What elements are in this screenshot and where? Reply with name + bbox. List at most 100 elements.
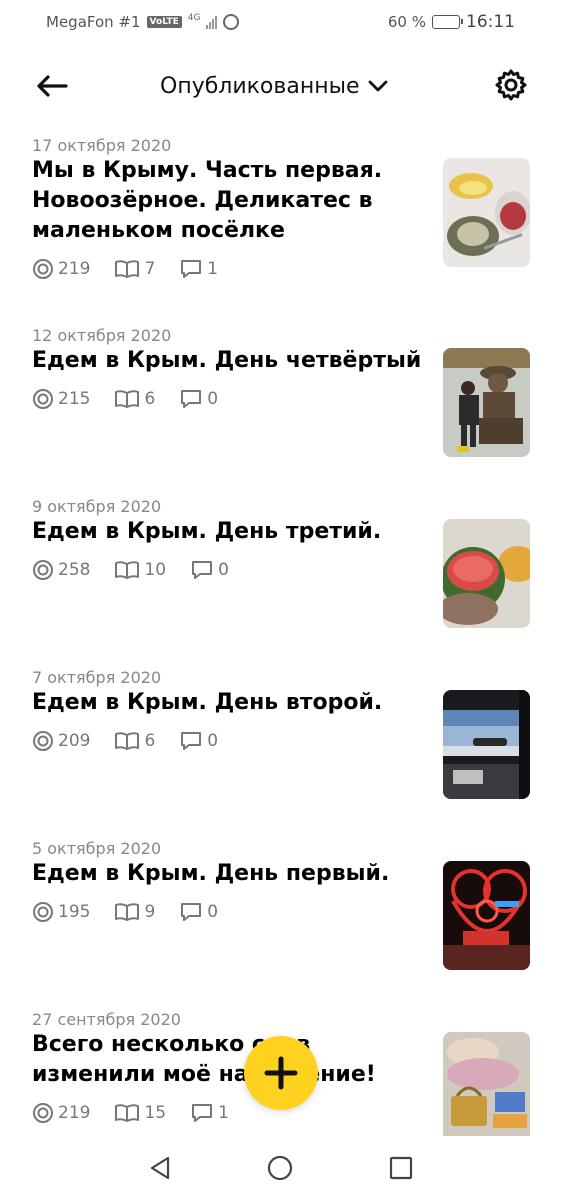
article-date: 12 октября 2020 bbox=[32, 326, 172, 345]
night-lights-photo-icon bbox=[443, 861, 530, 970]
eye-icon bbox=[33, 731, 53, 751]
watermelon-photo-icon bbox=[443, 519, 530, 628]
chevron-down-icon bbox=[368, 80, 387, 92]
article-stats: 219 7 1 bbox=[32, 258, 218, 280]
comment-icon bbox=[192, 1104, 213, 1122]
article-stats: 195 9 0 bbox=[32, 901, 218, 923]
comments-stat: 0 bbox=[179, 730, 218, 752]
network-type: 4G bbox=[187, 12, 201, 23]
car-window-photo-icon bbox=[443, 690, 530, 799]
article-item[interactable]: 5 октября 2020 Едем в Крым. День первый.… bbox=[0, 839, 561, 979]
comment-icon bbox=[181, 903, 202, 921]
article-item[interactable]: 17 октября 2020 Мы в Крыму. Часть первая… bbox=[0, 136, 561, 296]
article-date: 9 октября 2020 bbox=[32, 497, 162, 516]
article-date: 5 октября 2020 bbox=[32, 839, 162, 858]
comments-count: 0 bbox=[207, 902, 219, 922]
comments-stat: 0 bbox=[179, 388, 218, 410]
comments-count: 0 bbox=[218, 560, 229, 580]
views-count: 195 bbox=[58, 902, 91, 922]
reads-count: 6 bbox=[144, 731, 156, 751]
comment-icon bbox=[181, 732, 202, 750]
comments-stat: 1 bbox=[179, 258, 218, 280]
eye-icon bbox=[33, 1103, 53, 1123]
status-left: MegaFon #1 VoLTE 4G bbox=[46, 12, 240, 31]
views-stat: 219 bbox=[32, 258, 90, 280]
article-stats: 219 15 1 bbox=[32, 1102, 229, 1124]
views-stat: 215 bbox=[32, 388, 90, 410]
reads-stat: 6 bbox=[114, 731, 155, 751]
views-count: 219 bbox=[58, 259, 91, 279]
plus-icon bbox=[264, 1056, 298, 1090]
page-title: Опубликованные bbox=[160, 73, 360, 99]
article-date: 17 октября 2020 bbox=[32, 136, 172, 155]
battery-icon bbox=[432, 15, 463, 29]
comment-icon bbox=[181, 390, 202, 408]
comments-count: 1 bbox=[218, 1103, 229, 1123]
status-bar: MegaFon #1 VoLTE 4G 60 % 16:11 bbox=[0, 0, 561, 44]
reads-stat: 10 bbox=[114, 560, 166, 580]
article-item[interactable]: 7 октября 2020 Едем в Крым. День второй.… bbox=[0, 668, 561, 808]
article-title: Всего несколько слов изменили моё настро… bbox=[32, 1032, 376, 1087]
comments-count: 1 bbox=[207, 259, 219, 279]
comments-stat: 1 bbox=[190, 1102, 229, 1124]
views-stat: 209 bbox=[32, 730, 90, 752]
article-thumbnail bbox=[443, 1032, 530, 1136]
filter-dropdown[interactable]: Опубликованные bbox=[160, 70, 388, 102]
nav-back-button[interactable] bbox=[140, 1148, 180, 1188]
book-icon bbox=[115, 561, 140, 579]
carrier-name: MegaFon #1 bbox=[46, 13, 141, 31]
gear-icon bbox=[495, 69, 527, 101]
book-icon bbox=[115, 390, 140, 408]
reads-stat: 6 bbox=[114, 389, 155, 409]
views-stat: 195 bbox=[32, 901, 90, 923]
book-icon bbox=[115, 903, 140, 921]
comments-count: 0 bbox=[207, 389, 219, 409]
views-count: 219 bbox=[58, 1103, 91, 1123]
reads-stat: 7 bbox=[114, 259, 155, 279]
status-right: 60 % 16:11 bbox=[388, 12, 515, 32]
article-date: 27 сентября 2020 bbox=[32, 1010, 181, 1029]
book-icon bbox=[115, 260, 140, 278]
views-stat: 219 bbox=[32, 1102, 90, 1124]
app-header: Опубликованные bbox=[0, 58, 561, 114]
circle-home-icon bbox=[268, 1155, 293, 1181]
triangle-back-icon bbox=[151, 1156, 170, 1180]
create-article-button[interactable] bbox=[244, 1036, 318, 1110]
article-stats: 209 6 0 bbox=[32, 730, 218, 752]
reads-count: 7 bbox=[144, 259, 156, 279]
eye-icon bbox=[33, 902, 53, 922]
clock: 16:11 bbox=[466, 12, 515, 32]
square-recents-icon bbox=[389, 1156, 412, 1180]
reads-stat: 9 bbox=[114, 902, 155, 922]
statue-photo-icon bbox=[443, 348, 530, 457]
article-item[interactable]: 9 октября 2020 Едем в Крым. День третий.… bbox=[0, 497, 561, 637]
eye-icon bbox=[33, 389, 53, 409]
eye-icon bbox=[33, 560, 53, 580]
comments-count: 0 bbox=[207, 731, 219, 751]
article-title: Едем в Крым. День второй. bbox=[32, 690, 383, 715]
reads-count: 9 bbox=[144, 902, 156, 922]
comment-icon bbox=[181, 260, 202, 278]
back-button[interactable] bbox=[34, 70, 70, 102]
article-stats: 215 6 0 bbox=[32, 388, 218, 410]
system-nav-bar bbox=[0, 1136, 561, 1200]
book-icon bbox=[115, 732, 140, 750]
nav-home-button[interactable] bbox=[260, 1148, 300, 1188]
article-thumbnail bbox=[443, 158, 530, 267]
settings-button[interactable] bbox=[494, 68, 528, 102]
article-date: 7 октября 2020 bbox=[32, 668, 162, 687]
signal-icon bbox=[206, 15, 218, 29]
comments-stat: 0 bbox=[179, 901, 218, 923]
article-stats: 258 10 0 bbox=[32, 559, 229, 581]
eye-icon bbox=[33, 259, 53, 279]
article-item[interactable]: 12 октября 2020 Едем в Крым. День четвёр… bbox=[0, 326, 561, 466]
battery-percent: 60 % bbox=[387, 13, 426, 31]
article-thumbnail bbox=[443, 861, 530, 970]
views-stat: 258 bbox=[32, 559, 90, 581]
nav-recents-button[interactable] bbox=[381, 1148, 421, 1188]
clothes-photo-icon bbox=[443, 1032, 530, 1136]
article-title: Едем в Крым. День первый. bbox=[32, 861, 390, 886]
article-title: Едем в Крым. День третий. bbox=[32, 519, 382, 544]
volte-badge: VoLTE bbox=[146, 16, 182, 28]
article-thumbnail bbox=[443, 690, 530, 799]
